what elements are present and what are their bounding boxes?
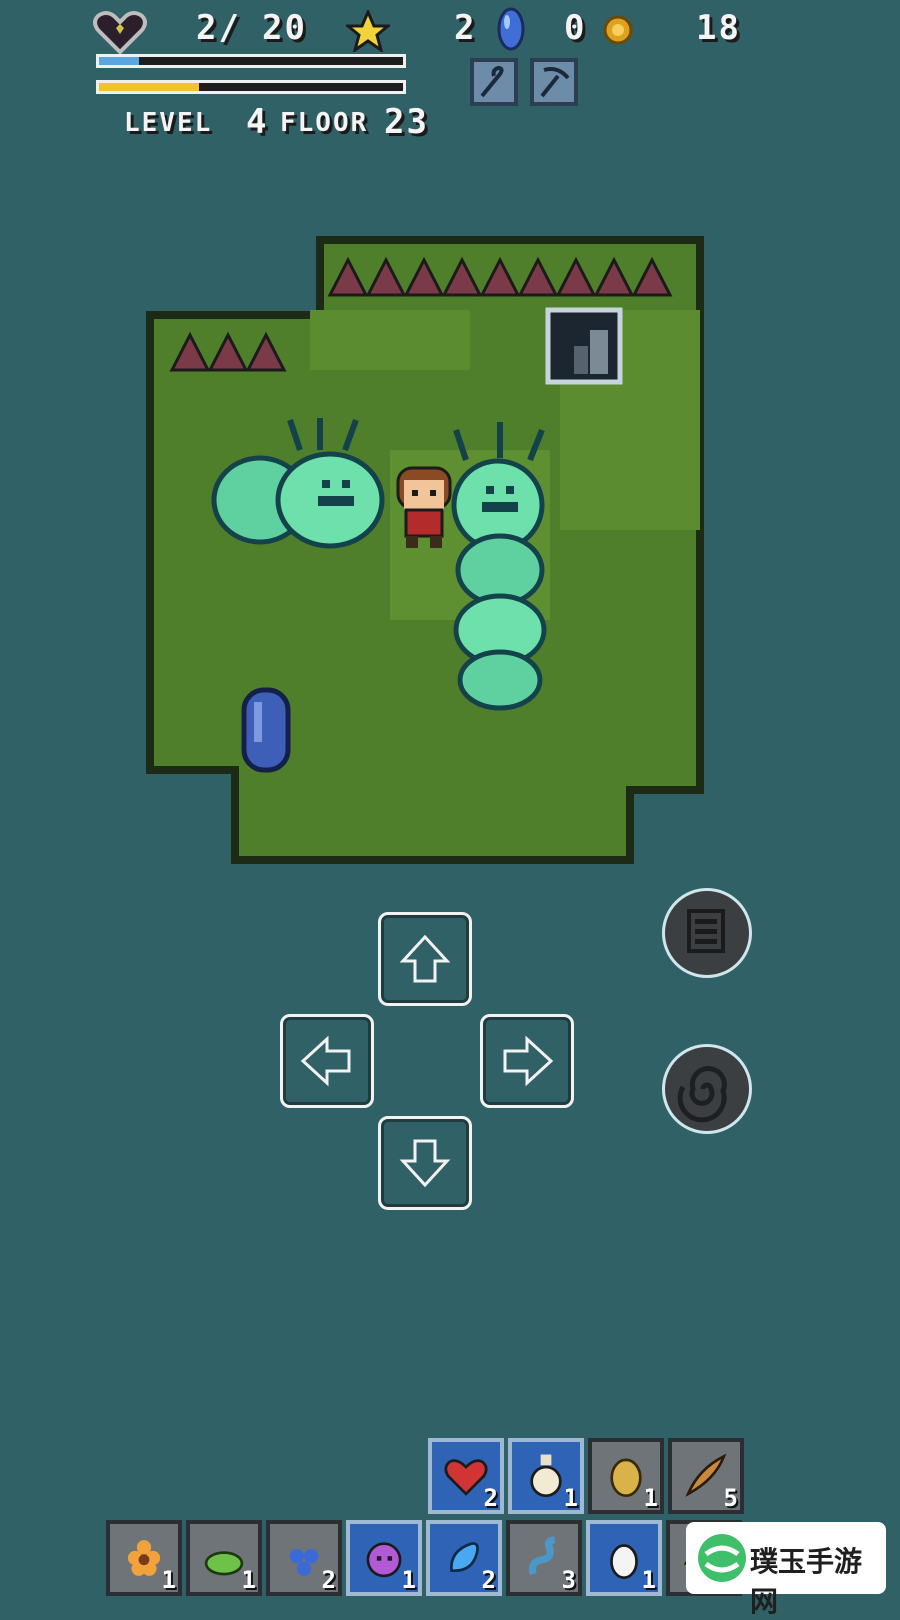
level-label: LEVEL <box>124 108 213 138</box>
grass-highlight-3 <box>310 310 470 370</box>
blue-capsule <box>241 687 291 773</box>
stairs-down <box>545 307 623 385</box>
stamina-bar-fill <box>99 83 200 91</box>
floor-value: 23 <box>384 102 429 142</box>
inventory-slot[interactable]: 1 <box>106 1520 182 1596</box>
inventory-slot[interactable]: 1 <box>346 1520 422 1596</box>
xp-bar <box>96 54 406 68</box>
inventory-count: 1 <box>643 1484 658 1512</box>
dpad-left-button[interactable] <box>280 1014 374 1108</box>
inventory-count: 1 <box>641 1566 656 1594</box>
inventory-count: 1 <box>401 1566 416 1594</box>
inventory-slot[interactable]: 1 <box>186 1520 262 1596</box>
inventory-count: 1 <box>161 1566 176 1594</box>
inventory-count: 2 <box>483 1484 498 1512</box>
inventory-slot[interactable]: 5 <box>668 1438 744 1514</box>
coin-count: 18 <box>696 8 741 48</box>
tool-slot-cane[interactable] <box>470 58 518 106</box>
inventory-count: 5 <box>723 1484 738 1512</box>
level-value: 4 <box>246 102 269 142</box>
hp-current: 2/ <box>196 8 241 48</box>
inventory-icon <box>687 909 725 953</box>
cane-icon <box>480 65 504 98</box>
star-icon <box>346 10 390 52</box>
arrow-down-icon <box>399 1139 451 1188</box>
inventory-slot[interactable]: 2 <box>428 1438 504 1514</box>
board-canvas <box>146 236 704 864</box>
logo-icon <box>698 1534 746 1582</box>
star-count: 2 <box>454 8 477 48</box>
inventory-count: 1 <box>563 1484 578 1512</box>
dpad-down-button[interactable] <box>378 1116 472 1210</box>
watermark: 璞玉手游网 <box>686 1522 886 1618</box>
gem-count: 0 <box>564 8 587 48</box>
floor-label: FLOOR <box>280 108 369 138</box>
arrow-left-icon <box>300 1035 351 1087</box>
hero <box>396 466 452 548</box>
inventory-slot[interactable]: 1 <box>508 1438 584 1514</box>
inventory-count: 2 <box>481 1566 496 1594</box>
inventory-slot[interactable]: 2 <box>426 1520 502 1596</box>
dpad-up-button[interactable] <box>378 912 472 1006</box>
pickaxe-icon <box>540 67 570 98</box>
inventory-toggle-button[interactable] <box>662 888 752 978</box>
coin-icon <box>603 15 633 45</box>
inventory-count: 1 <box>241 1566 256 1594</box>
inventory-slot[interactable]: 2 <box>266 1520 342 1596</box>
inventory-slot[interactable]: 1 <box>588 1438 664 1514</box>
hud: 2/ 20 2 0 18 LEVEL 4 FLOOR 23 <box>0 0 900 150</box>
inventory-slot[interactable]: 3 <box>506 1520 582 1596</box>
xp-bar-fill <box>99 57 139 65</box>
heart-icon <box>93 11 147 55</box>
inventory-count: 3 <box>561 1566 576 1594</box>
game-board <box>0 150 900 900</box>
spin-attack-button[interactable] <box>662 1044 752 1134</box>
arrow-right-icon <box>503 1035 554 1087</box>
inventory-slot[interactable]: 1 <box>586 1520 662 1596</box>
gem-icon <box>497 7 525 51</box>
spiral-icon <box>677 1066 727 1123</box>
watermark-text: 璞玉手游网 <box>750 1545 863 1618</box>
inventory-count: 2 <box>321 1566 336 1594</box>
stamina-bar <box>96 80 406 94</box>
tool-slot-pickaxe[interactable] <box>530 58 578 106</box>
arrow-up-icon <box>399 934 451 983</box>
hp-max: 20 <box>262 8 307 48</box>
dpad-right-button[interactable] <box>480 1014 574 1108</box>
